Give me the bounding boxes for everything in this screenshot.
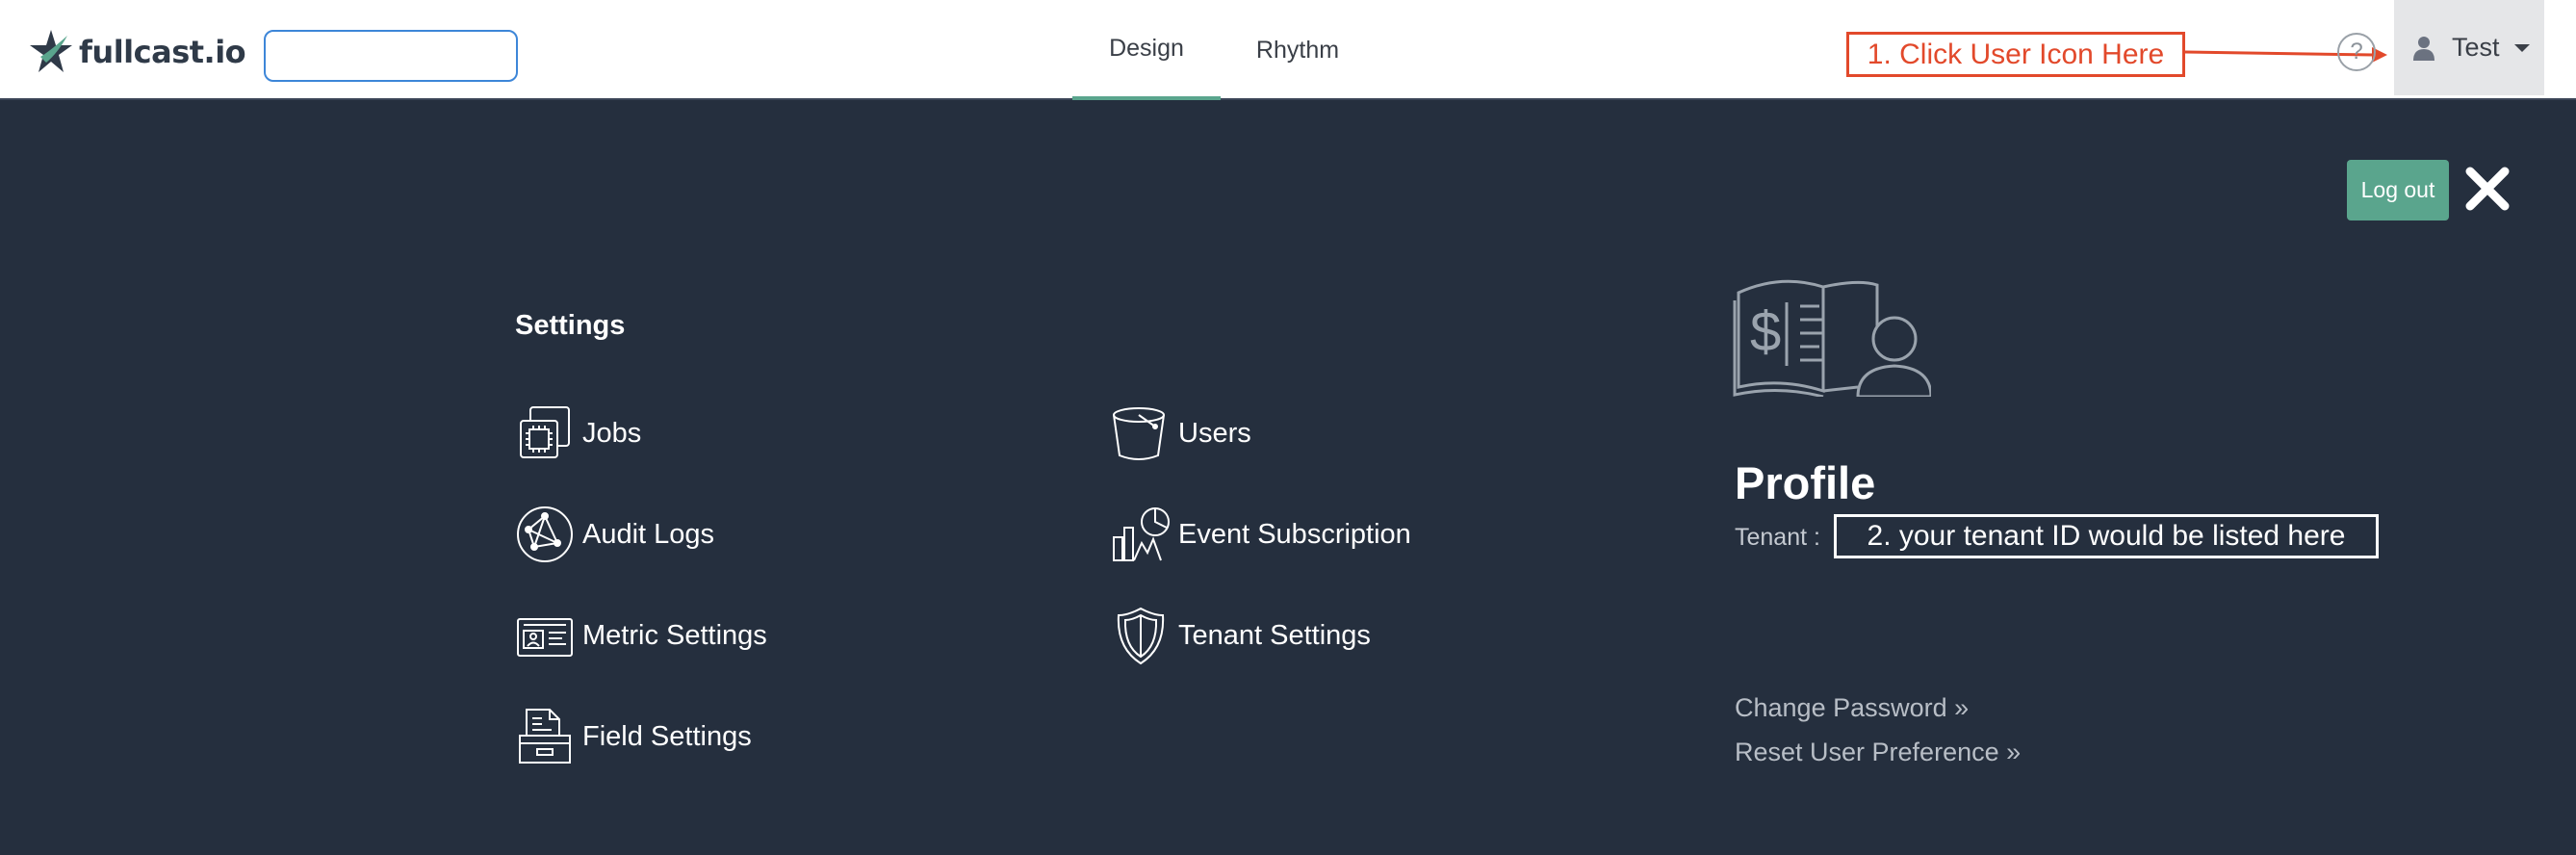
profile-book-user-icon: $	[1733, 279, 1931, 397]
bucket-icon	[1111, 403, 1171, 463]
file-cabinet-icon	[515, 707, 575, 766]
shield-icon	[1111, 606, 1171, 665]
tenant-label: Tenant :	[1735, 524, 1820, 551]
logo-text: fullcast.io	[79, 34, 246, 70]
id-card-icon	[515, 606, 575, 665]
tab-design-label: Design	[1109, 34, 1184, 62]
settings-item-label: Audit Logs	[582, 518, 715, 550]
annotation-step-2: 2. your tenant ID would be listed here	[1834, 514, 2379, 558]
settings-item-label: Field Settings	[582, 720, 752, 752]
logout-button[interactable]: Log out	[2347, 160, 2449, 220]
star-logo-icon	[30, 30, 72, 72]
settings-panel	[0, 100, 2576, 855]
search-input[interactable]	[264, 30, 518, 82]
settings-item-event-subscription[interactable]: Event Subscription	[1111, 503, 1411, 566]
help-icon[interactable]: ?	[2337, 33, 2376, 71]
fullcast-logo[interactable]: fullcast.io	[29, 25, 246, 79]
help-label: ?	[2350, 39, 2363, 65]
settings-item-label: Metric Settings	[582, 619, 767, 651]
user-menu-button[interactable]: Test	[2394, 0, 2544, 95]
chip-icon	[515, 403, 575, 463]
settings-item-label: Event Subscription	[1178, 518, 1411, 550]
settings-item-jobs[interactable]: Jobs	[515, 402, 641, 465]
reset-user-preference-link[interactable]: Reset User Preference »	[1735, 738, 2021, 767]
settings-item-label: Tenant Settings	[1178, 619, 1371, 651]
tab-rhythm[interactable]: Rhythm	[1221, 0, 1375, 100]
annotation-step-1: 1. Click User Icon Here	[1846, 32, 2185, 77]
analytics-icon	[1111, 505, 1171, 564]
change-password-link[interactable]: Change Password »	[1735, 693, 1969, 723]
user-icon	[2413, 36, 2434, 61]
settings-item-metric-settings[interactable]: Metric Settings	[515, 604, 767, 667]
profile-title: Profile	[1735, 457, 1876, 508]
settings-item-label: Users	[1178, 417, 1251, 449]
settings-item-audit-logs[interactable]: Audit Logs	[515, 503, 714, 566]
close-icon[interactable]	[2462, 164, 2512, 214]
user-name: Test	[2452, 33, 2500, 62]
settings-item-field-settings[interactable]: Field Settings	[515, 705, 752, 768]
settings-item-label: Jobs	[582, 417, 642, 449]
globe-network-icon	[515, 505, 575, 564]
settings-item-tenant-settings[interactable]: Tenant Settings	[1111, 604, 1371, 667]
tab-rhythm-label: Rhythm	[1255, 36, 1340, 64]
chevron-down-icon	[2513, 43, 2530, 52]
tab-design[interactable]: Design	[1072, 0, 1221, 100]
settings-title: Settings	[515, 310, 626, 341]
svg-text:$: $	[1750, 300, 1781, 363]
settings-item-users[interactable]: Users	[1111, 402, 1251, 465]
top-navigation-bar: fullcast.io Design Rhythm 1. Click User …	[0, 0, 2576, 100]
